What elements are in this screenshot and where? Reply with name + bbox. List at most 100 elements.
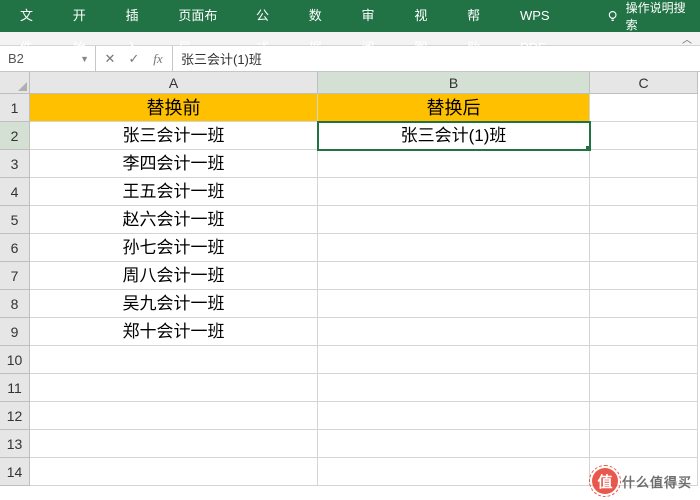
cell-A4[interactable]: 王五会计一班 — [30, 178, 318, 206]
cell-B14[interactable] — [318, 458, 590, 486]
col-header-B[interactable]: B — [318, 72, 590, 94]
cell-C3[interactable] — [590, 150, 698, 178]
cell-C13[interactable] — [590, 430, 698, 458]
table-row: 10 — [0, 346, 700, 374]
select-all-corner[interactable] — [0, 72, 30, 94]
table-row: 3李四会计一班 — [0, 150, 700, 178]
row-header[interactable]: 2 — [0, 122, 30, 150]
watermark: 值 什么值得买 — [592, 468, 692, 494]
cell-C9[interactable] — [590, 318, 698, 346]
cell-A6[interactable]: 孙七会计一班 — [30, 234, 318, 262]
cell-C10[interactable] — [590, 346, 698, 374]
cell-B11[interactable] — [318, 374, 590, 402]
cell-B2[interactable]: 张三会计(1)班 — [318, 122, 590, 150]
row-header[interactable]: 12 — [0, 402, 30, 430]
ribbon-tab-data[interactable]: 数据 — [295, 0, 348, 32]
ribbon-tab-review[interactable]: 审阅 — [348, 0, 401, 32]
cell-B10[interactable] — [318, 346, 590, 374]
fx-button[interactable]: fx — [150, 51, 166, 67]
cell-C8[interactable] — [590, 290, 698, 318]
cell-B7[interactable] — [318, 262, 590, 290]
ribbon-tab-wpspdf[interactable]: WPS PDF — [506, 0, 590, 32]
col-header-C[interactable]: C — [590, 72, 698, 94]
cell-A3[interactable]: 李四会计一班 — [30, 150, 318, 178]
cell-C6[interactable] — [590, 234, 698, 262]
cell-B1[interactable]: 替换后 — [318, 94, 590, 122]
row-header[interactable]: 6 — [0, 234, 30, 262]
cell-C1[interactable] — [590, 94, 698, 122]
row-header[interactable]: 7 — [0, 262, 30, 290]
cell-A7[interactable]: 周八会计一班 — [30, 262, 318, 290]
ribbon: 文件 开始 插入 页面布局 公式 数据 审阅 视图 帮助 WPS PDF 操作说… — [0, 0, 700, 32]
cell-B6[interactable] — [318, 234, 590, 262]
cell-A1[interactable]: 替换前 — [30, 94, 318, 122]
row-header[interactable]: 1 — [0, 94, 30, 122]
cell-A9[interactable]: 郑十会计一班 — [30, 318, 318, 346]
row-header[interactable]: 10 — [0, 346, 30, 374]
chevron-up-icon[interactable]: ︿ — [682, 31, 692, 46]
cell-C12[interactable] — [590, 402, 698, 430]
column-headers: A B C — [30, 72, 700, 94]
row-header[interactable]: 13 — [0, 430, 30, 458]
table-row: 13 — [0, 430, 700, 458]
row-header[interactable]: 9 — [0, 318, 30, 346]
cell-B13[interactable] — [318, 430, 590, 458]
tell-me-search[interactable]: 操作说明搜索 — [606, 0, 694, 33]
cell-B12[interactable] — [318, 402, 590, 430]
ribbon-tab-insert[interactable]: 插入 — [112, 0, 165, 32]
cell-B9[interactable] — [318, 318, 590, 346]
tell-me-label: 操作说明搜索 — [626, 0, 694, 33]
cell-A10[interactable] — [30, 346, 318, 374]
row-header[interactable]: 5 — [0, 206, 30, 234]
row-header[interactable]: 4 — [0, 178, 30, 206]
formula-value: 张三会计(1)班 — [181, 49, 262, 68]
cell-C4[interactable] — [590, 178, 698, 206]
ribbon-tab-home[interactable]: 开始 — [59, 0, 112, 32]
row-header[interactable]: 14 — [0, 458, 30, 486]
ribbon-tab-formula[interactable]: 公式 — [242, 0, 295, 32]
cell-A12[interactable] — [30, 402, 318, 430]
name-box[interactable]: B2 ▼ — [0, 46, 96, 71]
row-header[interactable]: 11 — [0, 374, 30, 402]
ribbon-tab-help[interactable]: 帮助 — [453, 0, 506, 32]
table-row: 2张三会计一班张三会计(1)班 — [0, 122, 700, 150]
spreadsheet-grid: A B C 1替换前替换后2张三会计一班张三会计(1)班3李四会计一班4王五会计… — [0, 72, 700, 486]
row-header[interactable]: 3 — [0, 150, 30, 178]
table-row: 4王五会计一班 — [0, 178, 700, 206]
cell-B8[interactable] — [318, 290, 590, 318]
table-row: 7周八会计一班 — [0, 262, 700, 290]
table-row: 1替换前替换后 — [0, 94, 700, 122]
cell-B3[interactable] — [318, 150, 590, 178]
ribbon-tab-view[interactable]: 视图 — [400, 0, 453, 32]
cell-A8[interactable]: 吴九会计一班 — [30, 290, 318, 318]
cancel-button[interactable]: ✕ — [102, 51, 118, 67]
cell-A5[interactable]: 赵六会计一班 — [30, 206, 318, 234]
formula-input[interactable]: 张三会计(1)班 — [173, 46, 700, 71]
cell-A2[interactable]: 张三会计一班 — [30, 122, 318, 150]
cell-B5[interactable] — [318, 206, 590, 234]
row-header[interactable]: 8 — [0, 290, 30, 318]
table-row: 6孙七会计一班 — [0, 234, 700, 262]
table-row: 8吴九会计一班 — [0, 290, 700, 318]
confirm-button[interactable]: ✓ — [126, 51, 142, 67]
cell-C2[interactable] — [590, 122, 698, 150]
cell-B4[interactable] — [318, 178, 590, 206]
ribbon-tab-layout[interactable]: 页面布局 — [164, 0, 242, 32]
table-row: 12 — [0, 402, 700, 430]
cell-C7[interactable] — [590, 262, 698, 290]
cell-C5[interactable] — [590, 206, 698, 234]
table-row: 9郑十会计一班 — [0, 318, 700, 346]
cell-A14[interactable] — [30, 458, 318, 486]
formula-bar-buttons: ✕ ✓ fx — [96, 46, 173, 71]
watermark-badge-icon: 值 — [592, 468, 618, 494]
cell-A11[interactable] — [30, 374, 318, 402]
name-box-value: B2 — [8, 51, 24, 66]
chevron-down-icon[interactable]: ▼ — [80, 54, 89, 64]
col-header-A[interactable]: A — [30, 72, 318, 94]
ribbon-collapse-bar: ︿ — [0, 32, 700, 46]
watermark-text: 什么值得买 — [622, 472, 692, 491]
cell-C11[interactable] — [590, 374, 698, 402]
table-row: 5赵六会计一班 — [0, 206, 700, 234]
ribbon-tab-file[interactable]: 文件 — [6, 0, 59, 32]
cell-A13[interactable] — [30, 430, 318, 458]
